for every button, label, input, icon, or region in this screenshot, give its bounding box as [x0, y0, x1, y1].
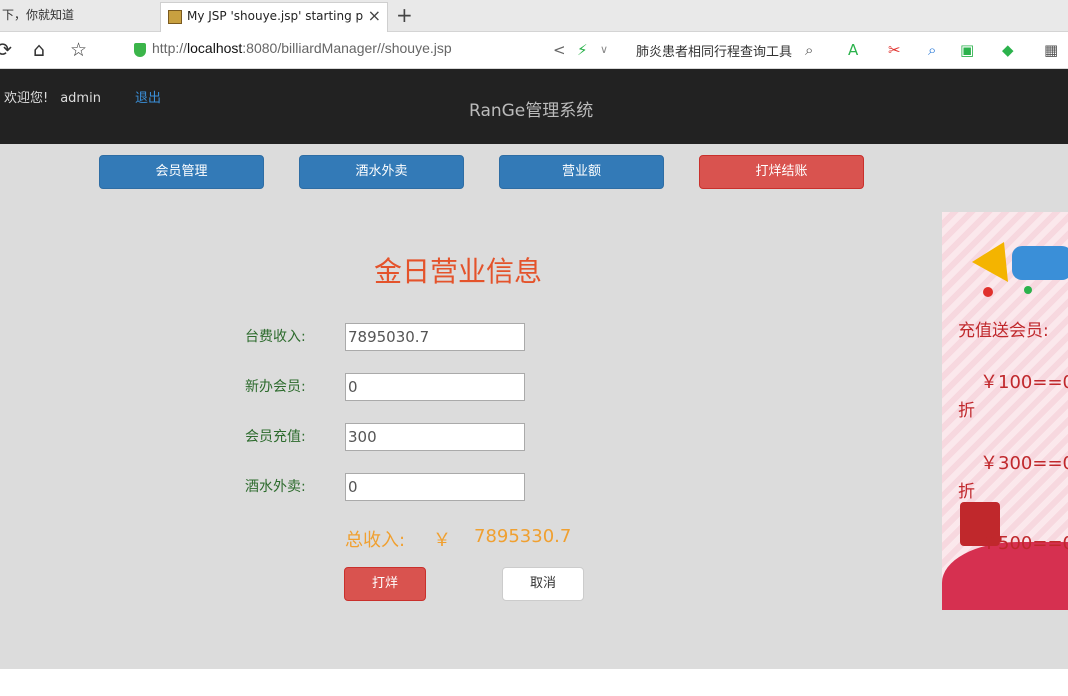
table-fee-label: 台费收入:: [245, 329, 306, 345]
app-page: 欢迎您! admin 退出 RanGe管理系统 会员管理 酒水外卖 营业额 打烊结…: [0, 69, 1068, 696]
apps-grid-icon[interactable]: ▦: [1044, 40, 1058, 60]
lightning-icon[interactable]: ⚡: [577, 40, 588, 60]
new-member-input[interactable]: 0: [345, 373, 525, 401]
app-brand: RanGe管理系统: [469, 101, 594, 121]
currency-symbol: ￥: [433, 530, 451, 551]
tab-title: 下，你就知道: [2, 8, 75, 22]
welcome-text: 欢迎您! admin: [4, 91, 101, 106]
close-shop-button[interactable]: 打烊: [344, 567, 426, 601]
promo-banner-icon: [972, 242, 1068, 297]
drinks-takeout-input[interactable]: 0: [345, 473, 525, 501]
member-recharge-label: 会员充值:: [245, 429, 306, 445]
browser-address-bar: ⟳ ⌂ ☆ http://localhost:8080/billiardMana…: [0, 32, 1068, 69]
promo-line: ￥100==0: [980, 372, 1068, 393]
new-member-label: 新办会员:: [245, 379, 306, 395]
page-favicon-icon: [168, 10, 182, 24]
security-shield-icon: [134, 43, 146, 57]
drinks-takeout-button[interactable]: 酒水外卖: [299, 155, 464, 189]
logout-link[interactable]: 退出: [135, 87, 161, 106]
url-field[interactable]: http://localhost:8080/billiardManager//s…: [152, 40, 452, 56]
search-input[interactable]: 肺炎患者相同行程查询工具: [636, 41, 821, 60]
gamepad-icon[interactable]: ▣: [960, 40, 974, 60]
promo-title: 充值送会员:: [958, 321, 1049, 341]
new-tab-button[interactable]: +: [396, 2, 413, 28]
total-income-label: 总收入:: [345, 530, 406, 551]
table-fee-input[interactable]: 7895030.7: [345, 323, 525, 351]
promo-suffix: 折: [958, 401, 975, 421]
page-title: 金日营业信息: [374, 255, 543, 288]
magnifier-icon[interactable]: ⌕: [928, 40, 936, 60]
total-income-value: 7895330.7: [474, 526, 572, 547]
cancel-button[interactable]: 取消: [502, 567, 584, 601]
browser-tab-active[interactable]: My JSP 'shouye.jsp' starting p ×: [160, 2, 388, 32]
promo-panel: 充值送会员: ￥100==0 折 ￥300==0 折 ￥500==0: [942, 212, 1068, 610]
home-icon[interactable]: ⌂: [33, 38, 45, 62]
translate-icon[interactable]: A: [848, 40, 858, 60]
username: admin: [60, 91, 101, 106]
close-tab-icon[interactable]: ×: [368, 3, 381, 29]
search-icon[interactable]: ⌕: [805, 40, 813, 60]
shield-icon[interactable]: ◆: [1002, 40, 1014, 60]
revenue-button[interactable]: 营业额: [499, 155, 664, 189]
share-icon[interactable]: <: [553, 40, 566, 60]
member-recharge-input[interactable]: 300: [345, 423, 525, 451]
app-header: 欢迎您! admin 退出 RanGe管理系统: [0, 69, 1068, 144]
scissors-icon[interactable]: ✂: [888, 40, 901, 60]
browser-tab-inactive[interactable]: 下，你就知道: [0, 0, 155, 32]
close-checkout-button[interactable]: 打烊结账: [699, 155, 864, 189]
tab-title: My JSP 'shouye.jsp' starting p: [187, 9, 364, 23]
chevron-down-icon[interactable]: ∨: [600, 40, 608, 60]
promo-line: ￥300==0: [980, 453, 1068, 474]
bookmark-star-icon[interactable]: ☆: [70, 38, 87, 62]
browser-tab-bar: 下，你就知道 My JSP 'shouye.jsp' starting p × …: [0, 0, 1068, 32]
page-footer: [0, 669, 1068, 696]
promo-suffix: 折: [958, 482, 975, 502]
promo-line: ￥500==0: [980, 533, 1068, 554]
drinks-takeout-label: 酒水外卖:: [245, 479, 306, 495]
refresh-icon[interactable]: ⟳: [0, 38, 12, 62]
member-management-button[interactable]: 会员管理: [99, 155, 264, 189]
